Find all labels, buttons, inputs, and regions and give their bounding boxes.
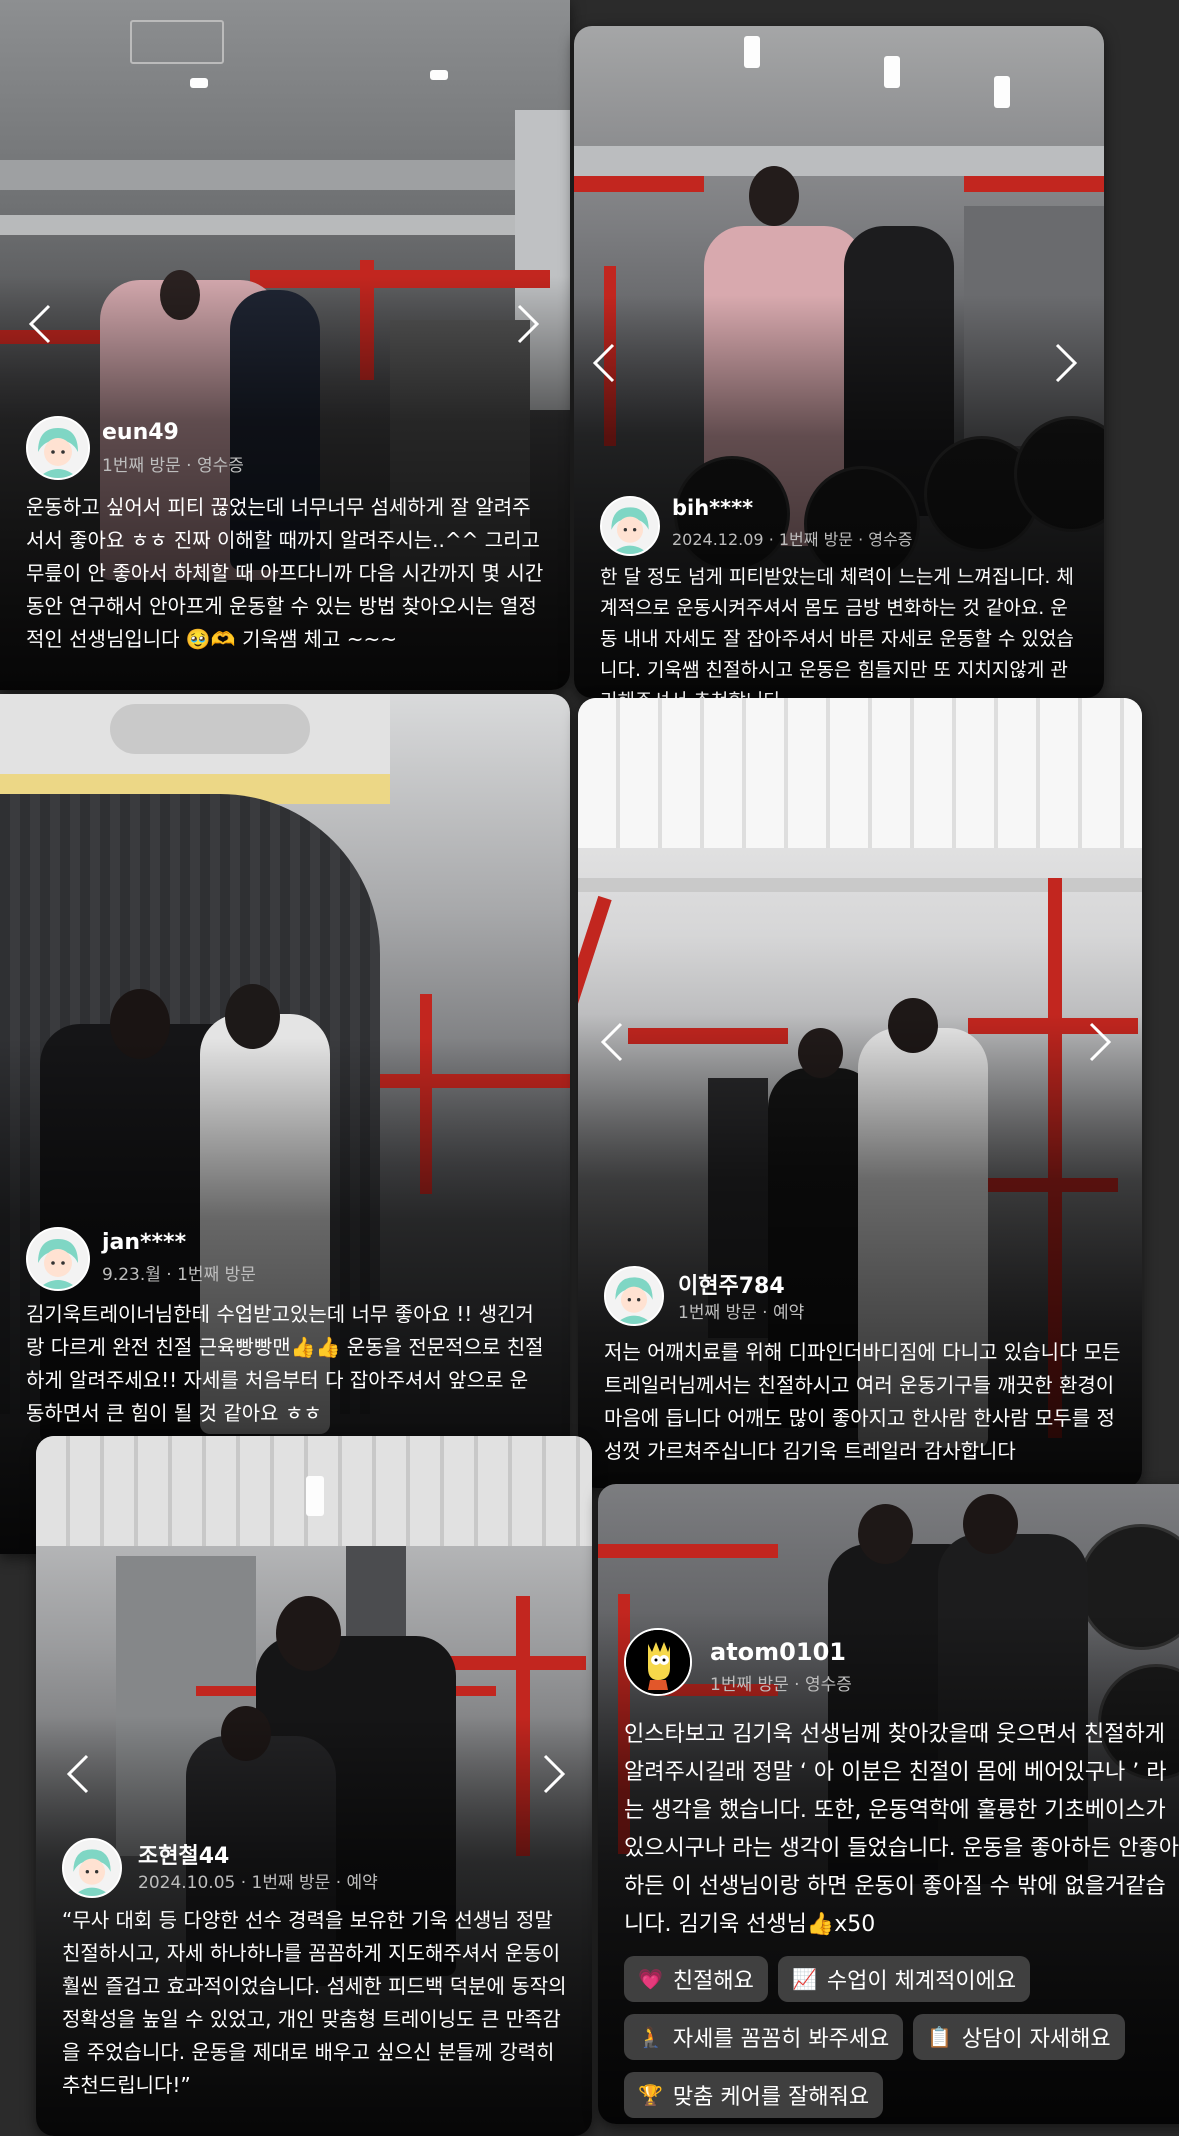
review-username[interactable]: eun49 — [102, 420, 179, 445]
mint-hair-avatar — [28, 1229, 88, 1289]
chart-icon: 📈 — [792, 1967, 817, 1991]
mint-hair-avatar — [64, 1840, 120, 1896]
clipboard-icon: 📋 — [927, 2025, 952, 2049]
review-card[interactable]: jan**** 9.23.월 · 1번째 방문 김기욱트레이너님한테 수업받고있… — [0, 694, 570, 1554]
mint-hair-avatar — [606, 1268, 662, 1324]
review-username[interactable]: atom0101 — [710, 1638, 846, 1666]
carousel-next-button[interactable] — [532, 1742, 576, 1806]
review-meta: 1번째 방문 · 영수증 — [710, 1675, 852, 1695]
chevron-left-icon — [592, 343, 615, 383]
carousel-next-button[interactable] — [1078, 1010, 1122, 1074]
avatar[interactable] — [624, 1628, 692, 1696]
avatar[interactable] — [26, 416, 90, 480]
keyword-chip[interactable]: 📋 상담이 자세해요 — [913, 2014, 1125, 2060]
keyword-chip[interactable]: 🧎 자세를 꼼꼼히 봐주세요 — [624, 2014, 904, 2060]
keyword-label: 맞춤 케어를 잘해줘요 — [672, 2085, 870, 2110]
review-text: “무사 대회 등 다양한 선수 경력을 보유한 기욱 선생님 정말 친절하시고,… — [62, 1908, 567, 2097]
review-meta: 1번째 방문 · 예약 — [678, 1303, 805, 1323]
carousel-prev-button[interactable] — [18, 292, 62, 356]
carousel-prev-button[interactable] — [590, 1010, 634, 1074]
cartoon-character-avatar — [626, 1630, 690, 1694]
review-card[interactable]: 이현주784 1번째 방문 · 예약 저는 어깨치료를 위해 디파인더바디짐에 … — [578, 698, 1142, 1488]
chevron-right-icon — [543, 1754, 566, 1794]
mint-hair-avatar — [28, 418, 88, 478]
review-username[interactable]: 조현철44 — [138, 1838, 229, 1870]
review-meta: 2024.10.05 · 1번째 방문 · 예약 — [138, 1873, 378, 1893]
carousel-next-button[interactable] — [506, 292, 550, 356]
kneeling-person-icon: 🧎 — [638, 2025, 663, 2049]
review-card[interactable]: bih**** 2024.12.09 · 1번째 방문 · 영수증 한 달 정도… — [574, 26, 1104, 698]
carousel-next-button[interactable] — [1044, 331, 1088, 395]
review-meta: 9.23.월 · 1번째 방문 — [102, 1265, 256, 1285]
review-card[interactable]: 조현철44 2024.10.05 · 1번째 방문 · 예약 “무사 대회 등 … — [36, 1436, 592, 2136]
review-card[interactable]: eun49 1번째 방문 · 영수증 운동하고 싶어서 피티 끊었는데 너무너무… — [0, 0, 570, 690]
chevron-right-icon — [517, 304, 540, 344]
review-text: 인스타보고 김기욱 선생님께 찾아갔을때 웃으면서 친절하게 알려주시길래 정말… — [624, 1722, 1179, 1937]
mint-hair-avatar — [602, 498, 658, 554]
avatar[interactable] — [26, 1227, 90, 1291]
chevron-left-icon — [28, 304, 51, 344]
keyword-chip[interactable]: 💗 친절해요 — [624, 1956, 768, 2002]
keyword-label: 수업이 체계적이에요 — [826, 1969, 1017, 1994]
avatar[interactable] — [604, 1266, 664, 1326]
carousel-prev-button[interactable] — [582, 331, 626, 395]
review-meta: 2024.12.09 · 1번째 방문 · 영수증 — [672, 530, 913, 549]
review-text: 저는 어깨치료를 위해 디파인더바디짐에 다니고 있습니다 모든 트레일러님께서… — [604, 1340, 1121, 1463]
avatar[interactable] — [600, 496, 660, 556]
keyword-chip[interactable]: 📈 수업이 체계적이에요 — [778, 1956, 1031, 2002]
avatar[interactable] — [62, 1838, 122, 1898]
review-text: 김기욱트레이너님한테 수업받고있는데 너무 좋아요 !! 생긴거랑 다르게 완전… — [26, 1302, 544, 1425]
review-meta: 1번째 방문 · 영수증 — [102, 456, 244, 476]
heart-icon: 💗 — [638, 1967, 663, 1991]
trophy-icon: 🏆 — [638, 2083, 663, 2107]
review-username[interactable]: jan**** — [102, 1230, 186, 1255]
chevron-left-icon — [600, 1022, 623, 1062]
chevron-right-icon — [1055, 343, 1078, 383]
keyword-label: 상담이 자세해요 — [961, 2027, 1111, 2052]
chevron-left-icon — [66, 1754, 89, 1794]
chevron-right-icon — [1089, 1022, 1112, 1062]
keyword-chip[interactable]: 🏆 맞춤 케어를 잘해줘요 — [624, 2072, 884, 2118]
keyword-label: 친절해요 — [672, 1969, 754, 1994]
review-username[interactable]: bih**** — [672, 496, 753, 520]
keyword-label: 자세를 꼼꼼히 봐주세요 — [672, 2027, 890, 2052]
review-card[interactable]: atom0101 1번째 방문 · 영수증 인스타보고 김기욱 선생님께 찾아갔… — [598, 1484, 1179, 2124]
carousel-prev-button[interactable] — [56, 1742, 100, 1806]
review-text: 한 달 정도 넘게 피티받았는데 체력이 느는게 느껴집니다. 체계적으로 운동… — [600, 566, 1074, 698]
review-username[interactable]: 이현주784 — [678, 1268, 785, 1300]
review-text: 운동하고 싶어서 피티 끊었는데 너무너무 섬세하게 잘 알려주서서 좋아요 ㅎ… — [26, 495, 544, 651]
